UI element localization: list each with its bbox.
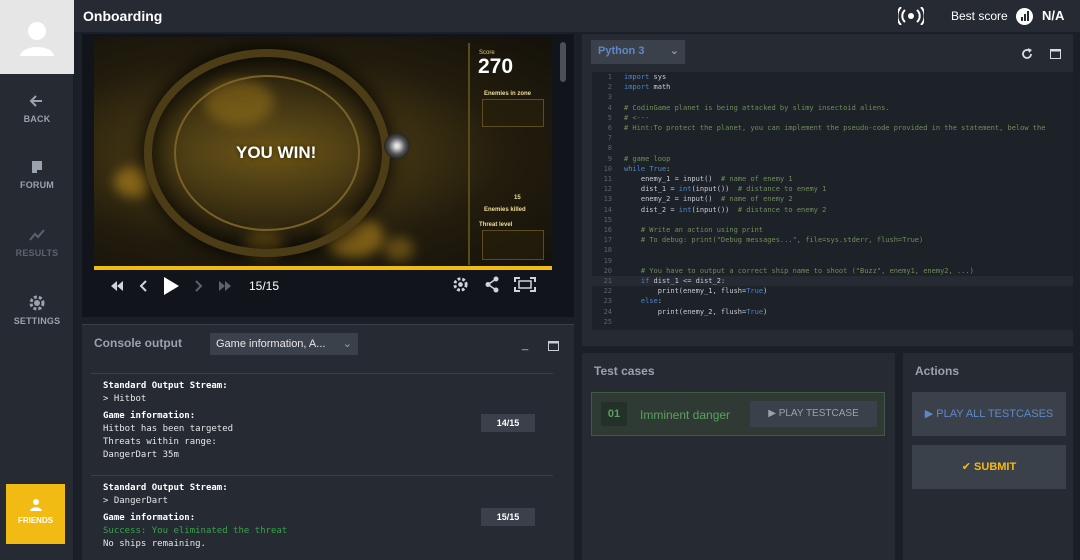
play-testcase-button[interactable]: ▶ PLAY TESTCASE [750,401,877,427]
console-filter-value: Game information, A... [216,338,326,350]
sidebar-item-label: BACK [23,114,51,124]
best-score-label: Best score [951,9,1008,23]
user-icon [20,22,54,56]
ship-sprite [384,133,410,159]
play-testcase-label: PLAY TESTCASE [778,408,859,419]
language-select[interactable]: Python 3 ⌄ [591,40,685,64]
play-icon: ▶ [924,408,937,420]
killed-count: 15 [514,195,521,201]
stream-label: Standard Output Stream: [103,483,228,493]
test-cases-title: Test cases [594,364,655,378]
fullscreen-icon[interactable] [514,277,536,292]
submit-button[interactable]: ✔ SUBMIT [912,445,1066,489]
friends-icon [29,499,42,511]
enemies-in-zone-label: Enemies in zone [484,91,532,97]
success-line: Success: You eliminated the threat [103,526,288,536]
minimize-icon[interactable]: _ [522,339,528,351]
maximize-icon[interactable] [1050,49,1061,59]
sidebar-item-back[interactable]: BACK [0,92,74,124]
share-icon[interactable] [484,276,500,293]
sidebar-item-label: FORUM [20,180,54,190]
sidebar-item-label: SETTINGS [13,316,61,326]
score-value: 270 [478,55,514,78]
friends-label: FRIENDS [17,516,54,525]
log-frame-badge[interactable]: 14/15 [481,414,535,432]
info-line: DangerDart 35m [103,450,179,460]
game-screen[interactable]: YOU WIN! Score 270 Enemies in zone 15 En… [94,37,552,268]
testcase-name: Imminent danger [640,408,731,422]
chat-icon [32,161,42,173]
testcase-row[interactable]: 01 Imminent danger ▶ PLAY TESTCASE [591,392,885,436]
info-line: Threats within range: [103,437,217,447]
info-label: Game information: [103,513,196,523]
log-entry: Standard Output Stream: > Hitbot Game in… [91,373,553,468]
sidebar-item-label: RESULTS [15,248,59,258]
viewer-scrollbar[interactable] [560,42,566,82]
play-all-testcases-button[interactable]: ▶ PLAY ALL TESTCASES [912,392,1066,436]
avatar[interactable] [0,0,74,74]
broadcast-icon[interactable] [898,7,924,25]
friends-button[interactable]: FRIENDS [6,484,65,544]
log-frame-badge[interactable]: 15/15 [481,508,535,526]
frame-counter: 15/15 [249,279,280,293]
rewind-icon[interactable] [110,280,124,292]
arrow-left-icon [29,95,42,107]
maximize-icon[interactable] [548,341,559,351]
chevron-down-icon: ⌄ [342,338,352,350]
stream-label: Standard Output Stream: [103,381,228,391]
info-line: Hitbot has been targeted [103,424,234,434]
enemies-in-zone-box [482,99,544,127]
play-all-label: PLAY ALL TESTCASES [936,408,1054,420]
actions-panel: Actions ▶ PLAY ALL TESTCASES ✔ SUBMIT [903,353,1073,560]
gear-icon[interactable] [452,276,469,293]
stream-value: > Hitbot [103,394,147,404]
console-body: Standard Output Stream: > Hitbot Game in… [82,369,574,560]
console-filter-select[interactable]: Game information, A... ⌄ [210,333,358,355]
test-cases-panel: Test cases 01 Imminent danger ▶ PLAY TES… [582,353,895,560]
chevron-down-icon: ⌄ [669,45,679,57]
page-title: Onboarding [83,8,163,24]
code-editor-panel: Python 3 ⌄ 1 import sys 2 import math 3 4 #… [582,34,1073,346]
win-text: YOU WIN! [236,143,317,162]
sidebar-item-forum[interactable]: FORUM [0,158,74,190]
step-forward-icon[interactable] [194,280,204,292]
sidebar-item-results[interactable]: RESULTS [0,226,74,258]
code-editor[interactable]: 1 import sys 2 import math 3 4 # CodinGame … [592,72,1073,330]
step-back-icon[interactable] [138,280,148,292]
fast-forward-icon[interactable] [218,280,232,292]
testcase-number: 01 [601,402,627,426]
reset-icon[interactable] [1021,48,1033,60]
info-line: No ships remaining. [103,539,206,549]
submit-label: SUBMIT [974,461,1017,473]
sidebar-item-settings[interactable]: SETTINGS [0,294,74,326]
threat-level-box [482,230,544,260]
top-bar: Onboarding Best score N/A [74,0,1080,32]
actions-title: Actions [915,364,960,378]
enemies-killed-label: Enemies killed [484,207,526,213]
play-icon[interactable] [162,276,180,296]
checkmark-icon: ✔ [961,461,975,473]
signal-icon [1016,8,1033,25]
info-label: Game information: [103,411,196,421]
gear-icon [29,295,45,311]
console-panel: Console output Game information, A... ⌄ … [82,324,574,560]
console-title: Console output [94,336,182,350]
player-controls: 15/15 [94,270,552,300]
log-entry: Standard Output Stream: > DangerDart Gam… [91,475,553,557]
game-viewer: YOU WIN! Score 270 Enemies in zone 15 En… [82,34,574,317]
language-value: Python 3 [598,45,645,57]
play-icon: ▶ [768,408,779,419]
chart-line-icon [29,229,45,241]
left-sidebar: BACK FORUM RESULTS SETTINGS FRIENDS [0,0,74,560]
threat-level-label: Threat level [479,222,513,228]
best-score-value: N/A [1042,8,1065,23]
stream-value: > DangerDart [103,496,169,506]
